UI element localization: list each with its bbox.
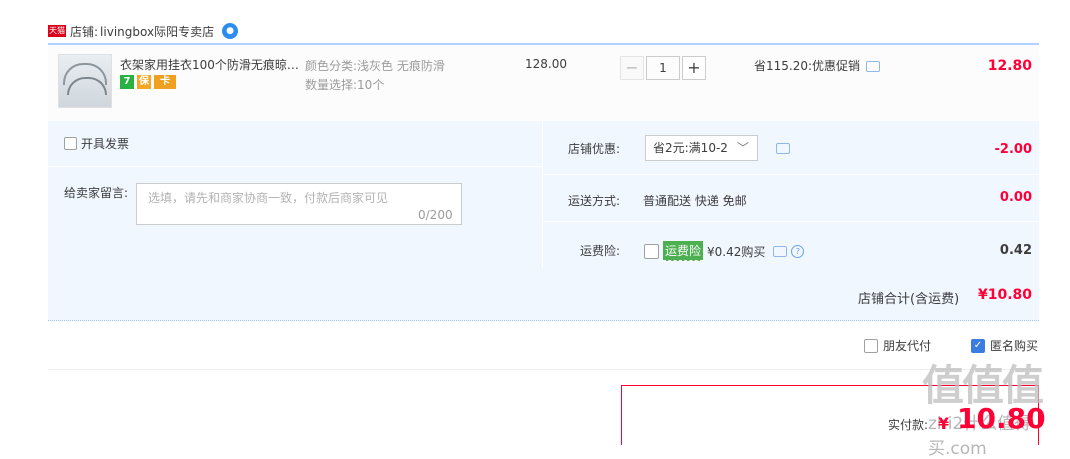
promo-text: 省115.20:优惠促销 bbox=[754, 59, 861, 73]
coupon-value: 省2元:满10-2 bbox=[653, 141, 728, 155]
wangwang-chat-icon[interactable]: ● bbox=[222, 23, 239, 39]
chevron-down-icon: ﹀ bbox=[736, 141, 749, 155]
coupon-amount: -2.00 bbox=[994, 142, 1032, 157]
unit-price: 128.00 bbox=[525, 57, 567, 71]
item-row bbox=[48, 43, 1039, 122]
options-divider bbox=[542, 121, 543, 268]
shipping-amount: 0.00 bbox=[999, 190, 1032, 205]
message-char-count: 0/200 bbox=[418, 208, 453, 222]
coupon-detail-icon[interactable] bbox=[776, 143, 790, 154]
insurance-value: ¥0.42购买 bbox=[707, 244, 766, 259]
pay-amount: 10.80 bbox=[957, 402, 1046, 435]
quantity-input[interactable]: 1 bbox=[646, 56, 680, 80]
insurance-label: 运费险: bbox=[580, 244, 621, 258]
insurance-amount: 0.42 bbox=[999, 243, 1032, 258]
promo-detail-icon[interactable] bbox=[866, 61, 881, 72]
guarantee-icon[interactable]: 保 bbox=[137, 75, 151, 89]
message-label: 给卖家留言: bbox=[64, 186, 129, 200]
shipping-value: 普通配送 快递 免邮 bbox=[643, 194, 747, 208]
decrease-button[interactable]: − bbox=[620, 56, 644, 80]
anonymous-checkbox[interactable]: ✓ bbox=[971, 338, 985, 353]
invoice-checkbox[interactable] bbox=[64, 137, 77, 150]
left-row-divider bbox=[48, 166, 542, 167]
seven-day-return-icon[interactable]: 7 bbox=[120, 75, 134, 89]
insurance-chat-icon[interactable] bbox=[773, 245, 788, 257]
sku-qty-value: 10个 bbox=[357, 78, 385, 92]
increase-button[interactable]: + bbox=[682, 56, 706, 80]
pay-currency: ¥ bbox=[938, 414, 950, 433]
product-thumbnail[interactable] bbox=[58, 54, 112, 108]
store-total-value: ¥10.80 bbox=[977, 287, 1032, 303]
right-row-divider-1 bbox=[543, 174, 1039, 175]
right-row-divider-2 bbox=[543, 221, 1039, 222]
pay-label: 实付款: bbox=[888, 418, 929, 432]
sku-qty-label: 数量选择: bbox=[305, 78, 358, 92]
invoice-option: 开具发票 bbox=[64, 135, 129, 152]
sku-color-label: 颜色分类: bbox=[305, 59, 358, 73]
section-divider bbox=[48, 369, 1039, 370]
store-total-label: 店铺合计(含运费) bbox=[858, 292, 960, 307]
sku-info: 颜色分类:浅灰色 无痕防滑 数量选择:10个 bbox=[305, 57, 445, 95]
help-icon[interactable]: ? bbox=[791, 244, 805, 258]
store-header: 天猫 店铺: livingbox际阳专卖店 ● bbox=[48, 22, 239, 40]
sku-color-value: 浅灰色 无痕防滑 bbox=[357, 59, 445, 73]
card-payment-icon[interactable]: 卡 bbox=[154, 75, 176, 89]
item-subtotal: 12.80 bbox=[987, 58, 1032, 74]
message-placeholder: 选填，请先和商家协商一致，付款后商家可见 bbox=[148, 191, 389, 205]
coupon-select[interactable]: 省2元:满10-2 ﹀ bbox=[645, 135, 758, 161]
shipping-label: 运送方式: bbox=[568, 194, 621, 208]
quantity-stepper: − 1 + bbox=[620, 56, 706, 80]
insurance-checkbox[interactable] bbox=[644, 243, 659, 259]
product-title-link[interactable]: 衣架家用挂衣100个防滑无痕晾… bbox=[120, 56, 302, 73]
store-name-link[interactable]: livingbox际阳专卖店 bbox=[100, 23, 214, 40]
friend-pay-checkbox[interactable] bbox=[864, 338, 878, 353]
insurance-option: 运费险 ¥0.42购买 ? bbox=[644, 241, 805, 261]
promo-info: 省115.20:优惠促销 bbox=[754, 57, 881, 74]
coupon-label: 店铺优惠: bbox=[568, 142, 621, 156]
invoice-label: 开具发票 bbox=[81, 137, 130, 151]
insurance-tag: 运费险 bbox=[663, 241, 704, 261]
store-prefix: 店铺: bbox=[70, 24, 99, 39]
tmall-logo-icon: 天猫 bbox=[48, 25, 66, 37]
service-badges: 7 保 卡 bbox=[120, 75, 176, 89]
friend-pay-option: 朋友代付 bbox=[864, 337, 931, 354]
